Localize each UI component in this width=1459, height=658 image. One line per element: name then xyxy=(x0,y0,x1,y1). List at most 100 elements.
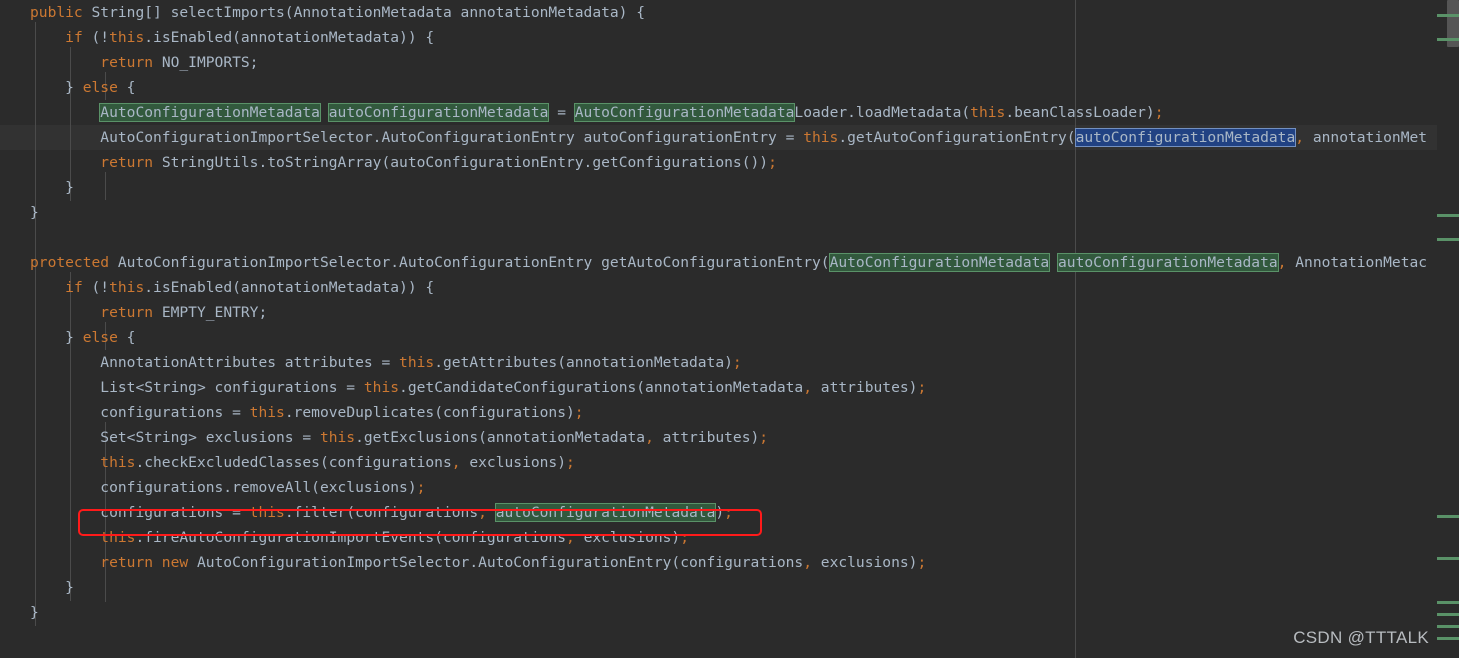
code-token: , xyxy=(451,454,461,471)
scrollbar-usage-marker[interactable] xyxy=(1437,515,1459,518)
code-token: , xyxy=(803,554,812,571)
code-token: this xyxy=(100,454,136,471)
code-line[interactable]: public String[] selectImports(Annotation… xyxy=(30,0,1427,25)
code-line[interactable]: if (!this.isEnabled(annotationMetadata))… xyxy=(30,275,1427,300)
code-token: configurations.removeAll(exclusions) xyxy=(100,479,417,496)
code-token: ; xyxy=(680,529,690,546)
code-token: .beanClassLoader) xyxy=(1005,104,1155,121)
code-token: } xyxy=(65,579,74,596)
code-editor[interactable]: public String[] selectImports(Annotation… xyxy=(0,0,1459,658)
code-token: if xyxy=(65,29,92,46)
code-line[interactable]: AutoConfigurationImportSelector.AutoConf… xyxy=(30,125,1427,150)
code-line[interactable]: if (!this.isEnabled(annotationMetadata))… xyxy=(30,25,1427,50)
code-token: NO_IMPORTS; xyxy=(161,54,259,71)
code-line[interactable]: List<String> configurations = this.getCa… xyxy=(30,375,1427,400)
code-token: this xyxy=(249,404,285,421)
code-token: } xyxy=(65,79,83,96)
code-line[interactable]: AnnotationAttributes attributes = this.g… xyxy=(30,350,1427,375)
code-token: exclusions) xyxy=(812,554,918,571)
code-token: AnnotationAttributes attributes = xyxy=(100,354,400,371)
code-line[interactable]: configurations.removeAll(exclusions); xyxy=(30,475,1427,500)
code-token: if xyxy=(65,279,92,296)
code-token: ; xyxy=(1154,104,1164,121)
code-token: exclusions) xyxy=(574,529,681,546)
selected-token: autoConfigurationMetadata xyxy=(1074,128,1297,147)
scrollbar-usage-marker[interactable] xyxy=(1437,557,1459,560)
code-token: this xyxy=(249,504,285,521)
code-token: return xyxy=(100,154,162,171)
code-token: this xyxy=(100,529,136,546)
code-line[interactable]: protected AutoConfigurationImportSelecto… xyxy=(30,250,1427,275)
code-line[interactable]: Set<String> exclusions = this.getExclusi… xyxy=(30,425,1427,450)
highlighted-usage-token: AutoConfigurationMetadata xyxy=(99,103,321,122)
code-token: AnnotationMetac xyxy=(1286,254,1428,271)
scrollbar-usage-marker[interactable] xyxy=(1437,601,1459,604)
code-token: .getExclusions(annotationMetadata xyxy=(355,429,646,446)
scrollbar-usage-marker[interactable] xyxy=(1437,38,1459,41)
code-token: ; xyxy=(917,554,927,571)
scrollbar-usage-marker[interactable] xyxy=(1437,613,1459,616)
code-line[interactable]: configurations = this.filter(configurati… xyxy=(30,500,1427,525)
code-token: this xyxy=(319,429,356,446)
code-token: EMPTY_ENTRY; xyxy=(161,304,268,321)
code-line[interactable]: } else { xyxy=(30,75,1427,100)
code-text-area[interactable]: public String[] selectImports(Annotation… xyxy=(0,0,1427,625)
code-token: .isEnabled(annotationMetadata)) { xyxy=(144,29,435,46)
code-token: return new xyxy=(100,554,197,571)
code-token: } xyxy=(65,179,74,196)
scrollbar-usage-marker[interactable] xyxy=(1437,14,1459,17)
code-line[interactable] xyxy=(30,225,1427,250)
code-token: .getCandidateConfigurations(annotationMe… xyxy=(399,379,804,396)
code-token: List<String> configurations = xyxy=(100,379,364,396)
code-line[interactable]: return StringUtils.toStringArray(autoCon… xyxy=(30,150,1427,175)
code-line[interactable]: this.fireAutoConfigurationImportEvents(c… xyxy=(30,525,1427,550)
code-token: public xyxy=(30,4,92,21)
code-token: = xyxy=(548,104,575,121)
scrollbar-usage-marker[interactable] xyxy=(1437,238,1459,241)
code-token: this xyxy=(803,129,839,146)
code-token: ; xyxy=(917,379,927,396)
code-token: , xyxy=(478,504,487,521)
code-token: configurations = xyxy=(100,404,250,421)
code-token: ; xyxy=(724,504,733,521)
code-token: Set<String> exclusions = xyxy=(100,429,320,446)
highlighted-usage-token: autoConfigurationMetadata xyxy=(1057,253,1279,272)
code-token: , xyxy=(803,379,813,396)
code-line[interactable]: } xyxy=(30,600,1427,625)
code-token: AutoConfigurationImportSelector.AutoConf… xyxy=(117,254,830,271)
vertical-scrollbar[interactable] xyxy=(1437,0,1459,658)
code-line[interactable]: } xyxy=(30,575,1427,600)
code-line[interactable]: } xyxy=(30,200,1427,225)
code-line[interactable]: return EMPTY_ENTRY; xyxy=(30,300,1427,325)
code-token: ; xyxy=(732,354,742,371)
code-line[interactable]: return NO_IMPORTS; xyxy=(30,50,1427,75)
code-token: .isEnabled(annotationMetadata)) { xyxy=(144,279,435,296)
code-token: String[] selectImports(AnnotationMetadat… xyxy=(91,4,646,21)
code-token: .removeDuplicates(configurations) xyxy=(284,404,575,421)
code-line[interactable]: return new AutoConfigurationImportSelect… xyxy=(30,550,1427,575)
scrollbar-usage-marker[interactable] xyxy=(1437,625,1459,628)
code-token: ; xyxy=(574,404,584,421)
scrollbar-usage-marker[interactable] xyxy=(1437,214,1459,217)
code-line[interactable]: configurations = this.removeDuplicates(c… xyxy=(30,400,1427,425)
code-token: exclusions) xyxy=(460,454,566,471)
code-token: this xyxy=(970,104,1006,121)
scrollbar-usage-marker[interactable] xyxy=(1437,637,1459,640)
code-token: this xyxy=(109,29,145,46)
code-line[interactable]: } xyxy=(30,175,1427,200)
code-token: (! xyxy=(91,279,110,296)
code-token: ; xyxy=(566,454,575,471)
highlighted-usage-token: autoConfigurationMetadata xyxy=(327,103,550,122)
highlighted-usage-token: AutoConfigurationMetadata xyxy=(828,253,1051,272)
highlighted-usage-token: autoConfigurationMetadata xyxy=(494,503,717,522)
code-token: this xyxy=(363,379,400,396)
code-token: return xyxy=(100,304,162,321)
code-token: protected xyxy=(30,254,118,271)
code-line[interactable]: this.checkExcludedClasses(configurations… xyxy=(30,450,1427,475)
code-line[interactable]: AutoConfigurationMetadata autoConfigurat… xyxy=(30,100,1427,125)
code-token: StringUtils.toStringArray(autoConfigurat… xyxy=(161,154,769,171)
watermark-text: CSDN @TTTALK xyxy=(1293,628,1429,647)
code-line[interactable]: } else { xyxy=(30,325,1427,350)
